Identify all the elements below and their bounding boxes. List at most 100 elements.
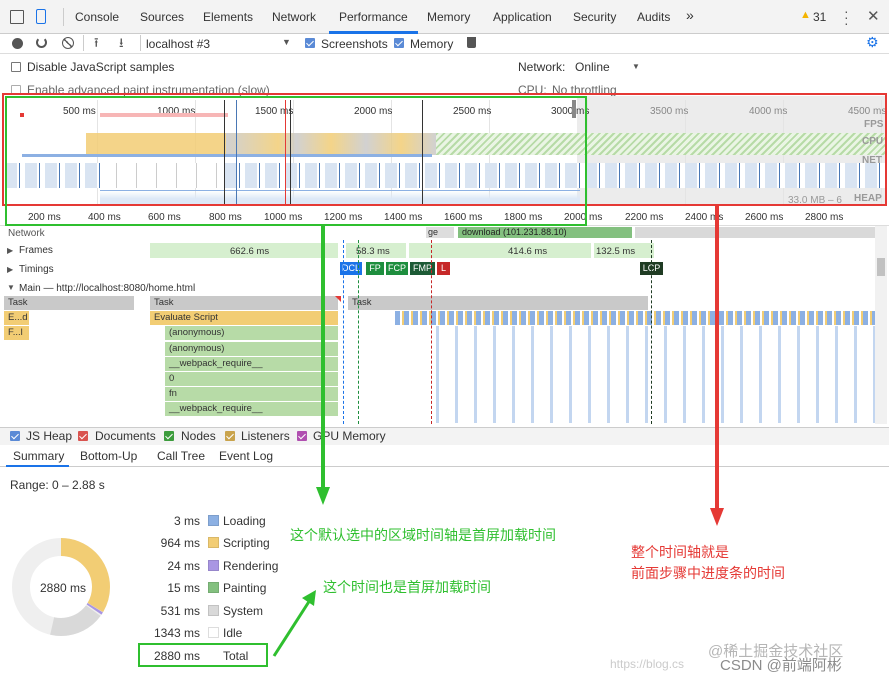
tracks-scrollbar[interactable] xyxy=(875,226,887,424)
network-request-label: ge xyxy=(428,227,439,237)
flame-function[interactable]: F...l xyxy=(4,326,29,340)
chevron-down-icon[interactable]: ▼ xyxy=(7,283,15,292)
disable-js-label: Disable JavaScript samples xyxy=(27,60,175,74)
save-profile-icon[interactable]: ⭳ xyxy=(119,34,124,56)
performance-toolbar: ⭱ ⭳ localhost #3 ▼ Screenshots Memory ⚙ xyxy=(0,34,889,54)
tab-application[interactable]: Application xyxy=(493,10,552,24)
summary-label: Loading xyxy=(223,514,266,528)
flame-event[interactable]: E...d xyxy=(4,311,29,325)
documents-checkbox[interactable] xyxy=(78,431,88,441)
annotation-red-arrow-head xyxy=(710,508,724,526)
screenshots-checkbox[interactable] xyxy=(305,38,315,48)
main-track-label[interactable]: Main — http://localhost:8080/home.html xyxy=(19,283,195,294)
summary-row-scripting: 964 ms Scripting xyxy=(140,536,270,550)
warning-count[interactable]: 31 xyxy=(813,10,826,24)
network-throttle-select[interactable]: Online xyxy=(575,60,610,74)
annotation-green-arrow-line xyxy=(321,226,325,489)
documents-label: Documents xyxy=(95,429,156,443)
tab-performance[interactable]: Performance xyxy=(339,10,408,24)
chevron-right-icon[interactable]: ▶ xyxy=(7,265,13,274)
timing-l[interactable]: L xyxy=(437,262,450,275)
close-icon[interactable]: ✕ xyxy=(867,7,880,25)
timings-track-label[interactable]: Timings xyxy=(19,264,54,275)
summary-label: Scripting xyxy=(223,536,270,550)
gpu-memory-checkbox[interactable] xyxy=(297,431,307,441)
clear-icon[interactable] xyxy=(62,37,74,49)
device-toolbar-icon[interactable] xyxy=(36,9,46,24)
flame-task[interactable]: Task xyxy=(348,296,648,310)
inspect-icon[interactable] xyxy=(10,10,24,24)
tab-console[interactable]: Console xyxy=(75,10,119,24)
summary-value: 531 ms xyxy=(160,604,200,618)
tab-sources[interactable]: Sources xyxy=(140,10,184,24)
tab-memory[interactable]: Memory xyxy=(427,10,470,24)
profile-select[interactable]: localhost #3 xyxy=(146,37,210,51)
reload-icon[interactable] xyxy=(36,37,47,48)
chevron-down-icon[interactable]: ▼ xyxy=(282,37,291,47)
annotation-green-text-1: 这个默认选中的区域时间轴是首屏加载时间 xyxy=(290,527,556,543)
annotation-green-box xyxy=(5,96,587,226)
watermark-csdn: CSDN @前端阿彬 xyxy=(720,657,842,674)
memory-checkbox[interactable] xyxy=(394,38,404,48)
frames-track-label[interactable]: Frames xyxy=(19,245,53,256)
flame-fn[interactable]: fn xyxy=(165,387,338,401)
flame-webpack-require[interactable]: __webpack_require__ xyxy=(165,357,338,371)
divider xyxy=(83,35,84,51)
kebab-menu-icon[interactable]: · · · xyxy=(844,4,849,30)
warning-icon[interactable]: ▲ xyxy=(800,9,811,21)
chevron-right-icon[interactable]: ▶ xyxy=(7,246,13,255)
chevron-down-icon[interactable]: ▼ xyxy=(632,62,640,71)
flame-evaluate-script[interactable]: Evaluate Script xyxy=(150,311,338,325)
more-tabs-icon[interactable]: » xyxy=(686,7,694,23)
js-heap-checkbox[interactable] xyxy=(10,431,20,441)
memory-label: Memory xyxy=(410,37,454,51)
frame-duration: 132.5 ms xyxy=(596,246,636,257)
network-track-label[interactable]: Network xyxy=(8,228,45,239)
flame-anonymous[interactable]: (anonymous) xyxy=(165,342,338,356)
summary-label: Idle xyxy=(223,626,243,640)
ruler-tick: 2600 ms xyxy=(745,212,784,223)
timing-fcp[interactable]: FCP xyxy=(386,262,408,275)
divider xyxy=(140,35,141,51)
timing-line-lcp xyxy=(651,240,652,424)
frame-block[interactable] xyxy=(409,243,591,258)
tab-elements[interactable]: Elements xyxy=(203,10,253,24)
tracks-scrollbar-thumb[interactable] xyxy=(877,258,885,276)
summary-label: Rendering xyxy=(223,559,279,573)
nodes-checkbox[interactable] xyxy=(164,431,174,441)
tab-call-tree[interactable]: Call Tree xyxy=(157,449,205,463)
devtools-tabbar: Console Sources Elements Network Perform… xyxy=(0,0,889,34)
screenshots-label: Screenshots xyxy=(321,37,388,51)
garbage-collect-icon[interactable] xyxy=(467,37,476,48)
summary-label: Painting xyxy=(223,581,267,595)
tab-event-log[interactable]: Event Log xyxy=(219,449,273,463)
timing-fp[interactable]: FP xyxy=(366,262,384,275)
timing-line-dcl xyxy=(343,240,344,424)
tab-bottom-up[interactable]: Bottom-Up xyxy=(80,449,137,463)
flame-task[interactable]: Task xyxy=(4,296,134,310)
record-icon[interactable] xyxy=(12,38,23,49)
tab-network[interactable]: Network xyxy=(272,10,316,24)
disable-js-checkbox[interactable] xyxy=(11,62,21,72)
tab-security[interactable]: Security xyxy=(573,10,616,24)
summary-value: 964 ms xyxy=(160,536,200,550)
listeners-checkbox[interactable] xyxy=(225,431,235,441)
tab-audits[interactable]: Audits xyxy=(637,10,670,24)
settings-gear-icon[interactable]: ⚙ xyxy=(866,34,879,51)
annotation-red-text-1: 整个时间轴就是 xyxy=(631,544,729,560)
flame-zero[interactable]: 0 xyxy=(165,372,338,386)
tab-summary[interactable]: Summary xyxy=(13,449,64,463)
donut-center-total: 2880 ms xyxy=(40,581,87,595)
load-profile-icon[interactable]: ⭱ xyxy=(94,34,99,56)
flame-webpack-require[interactable]: __webpack_require__ xyxy=(165,402,338,416)
flame-task[interactable]: Task xyxy=(150,296,338,310)
annotation-green-arrow-head xyxy=(316,487,330,505)
annotation-green-text-2: 这个时间也是首屏加载时间 xyxy=(323,579,491,595)
frame-duration: 414.6 ms xyxy=(508,246,548,257)
flame-anonymous[interactable]: (anonymous) xyxy=(165,326,338,340)
summary-row-loading: 3 ms Loading xyxy=(140,514,266,528)
painting-swatch xyxy=(208,582,219,593)
frame-duration: 662.6 ms xyxy=(230,246,270,257)
summary-row-rendering: 24 ms Rendering xyxy=(140,559,278,573)
flame-sparse-blocks xyxy=(436,326,876,423)
